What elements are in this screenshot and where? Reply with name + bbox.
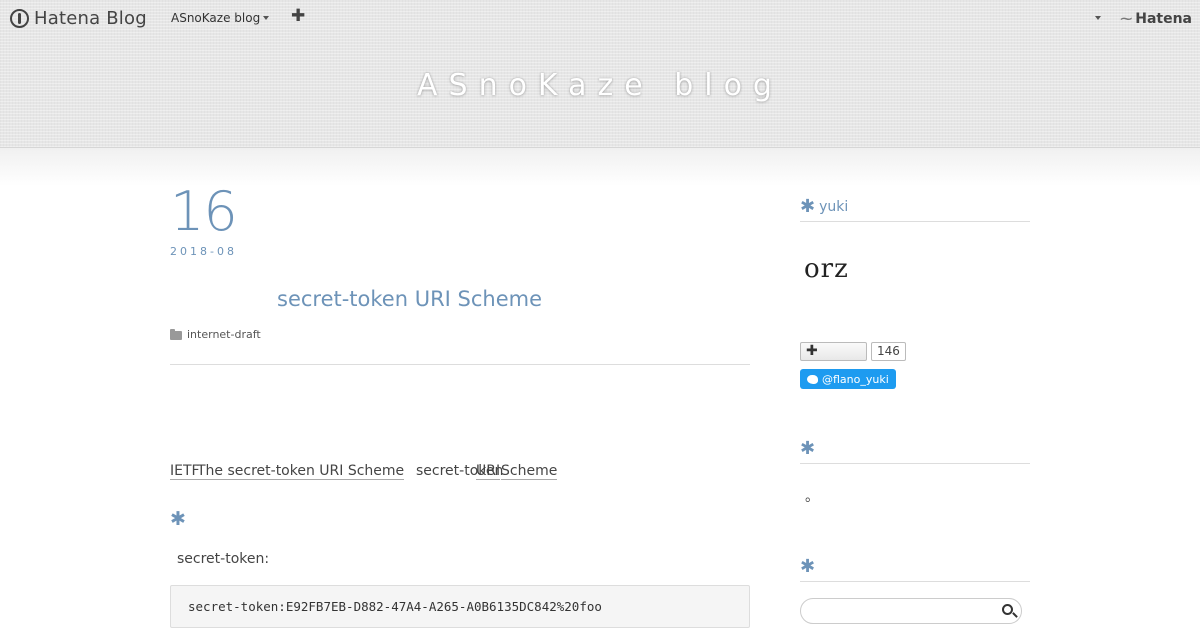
sidebar-module-text: 。: [805, 489, 819, 505]
hatena-blog-logo[interactable]: Hatena Blog: [10, 6, 147, 30]
twitter-handle: @flano_yuki: [822, 372, 889, 386]
entry-category[interactable]: internet-draft: [170, 328, 261, 341]
blog-switch-menu[interactable]: ASnoKaze blog: [171, 11, 270, 25]
avatar[interactable]: orz: [804, 254, 849, 284]
hatena-logo[interactable]: ⁓ Hatena: [1120, 11, 1192, 27]
asterisk-icon: ✱: [800, 438, 816, 459]
twitter-bird-icon: [807, 374, 818, 384]
search-input[interactable]: [800, 598, 1022, 624]
profile-name[interactable]: yuki: [819, 198, 848, 216]
ietf-link[interactable]: IETF: [170, 463, 200, 480]
sidebar-module-title: ✱: [800, 440, 1030, 464]
entry-date-year-month[interactable]: 2018-08: [170, 245, 237, 258]
entry-title[interactable]: secret-token URI Scheme: [277, 287, 542, 311]
blog-switch-label: ASnoKaze blog: [171, 11, 261, 25]
category-label: internet-draft: [187, 328, 261, 341]
section-label: secret-token:: [177, 551, 270, 567]
profile-module-title: ✱ yuki: [800, 198, 1030, 222]
hatena-wave-icon: ⁓: [1120, 12, 1133, 26]
folder-icon: [170, 328, 182, 340]
scheme-link[interactable]: Scheme: [501, 463, 558, 480]
twitter-follow-button[interactable]: @flano_yuki: [800, 369, 896, 389]
code-block: secret-token:E92FB7EB-D882-47A4-A265-A0B…: [170, 585, 750, 628]
hatena-blog-icon: [10, 8, 29, 28]
new-entry-button[interactable]: ✚: [291, 6, 305, 26]
user-menu-chevron-icon[interactable]: [1095, 16, 1101, 20]
entry-divider: [170, 364, 750, 365]
search-icon[interactable]: [1002, 604, 1013, 615]
blog-header: Hatena Blog ASnoKaze blog ✚ ⁓ Hatena ASn…: [0, 0, 1200, 148]
hatena-blog-logo-text: Hatena Blog: [34, 7, 147, 29]
entry-date-day[interactable]: 16: [170, 180, 238, 243]
hatena-logo-text: Hatena: [1135, 11, 1192, 27]
draft-link[interactable]: The secret-token URI Scheme: [197, 463, 405, 480]
asterisk-icon: ✱: [800, 556, 816, 577]
uri-link[interactable]: URI: [476, 463, 501, 480]
blog-title[interactable]: ASnoKaze blog: [0, 68, 1200, 103]
chevron-down-icon: [263, 16, 270, 20]
asterisk-icon: ✱: [800, 196, 816, 217]
search-module-title: ✱: [800, 558, 1030, 582]
section-asterisk-icon: ✱: [170, 508, 186, 530]
subscribe-widget: ✚ 146: [800, 342, 906, 361]
subscribe-button[interactable]: ✚: [800, 342, 867, 361]
subscriber-count[interactable]: 146: [871, 342, 906, 361]
